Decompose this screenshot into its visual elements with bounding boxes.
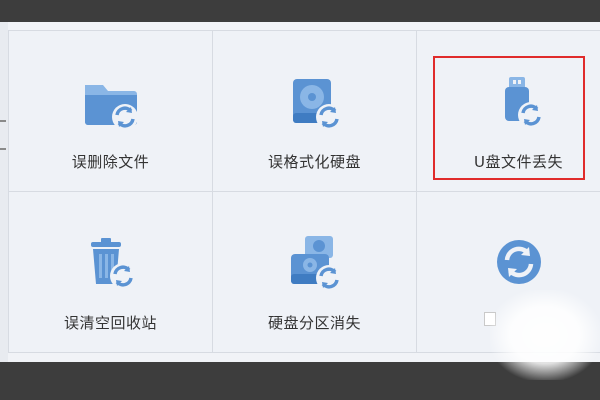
mode-label: U盘文件丢失	[474, 153, 563, 171]
mode-other-recovery[interactable]	[417, 192, 600, 353]
folder-restore-icon	[79, 71, 143, 135]
mode-lost-partition[interactable]: 硬盘分区消失	[213, 192, 417, 353]
mode-emptied-recycle-bin[interactable]: 误清空回收站	[9, 192, 213, 353]
refresh-circle-icon	[487, 232, 551, 296]
watermark-glyph	[484, 312, 496, 326]
mode-label: 误清空回收站	[63, 314, 157, 332]
mode-formatted-disk[interactable]: 误格式化硬盘	[213, 31, 417, 192]
mode-label: 硬盘分区消失	[267, 314, 361, 332]
recovery-mode-grid: 误删除文件 误格式化硬盘 U盘文件丢失 误清空回收站 硬盘分区消失	[8, 30, 600, 353]
left-edge-strip	[0, 22, 8, 362]
mode-usb-lost-files[interactable]: U盘文件丢失	[417, 31, 600, 192]
edge-mark	[0, 148, 6, 150]
recycle-bin-restore-icon	[79, 232, 143, 296]
screenshot-stage: 误删除文件 误格式化硬盘 U盘文件丢失 误清空回收站 硬盘分区消失	[0, 0, 600, 400]
disk-restore-icon	[283, 71, 347, 135]
mode-label: 误删除文件	[71, 153, 150, 171]
mode-label: 误格式化硬盘	[267, 153, 361, 171]
usb-drive-restore-icon	[487, 71, 551, 135]
recovery-mode-panel: 误删除文件 误格式化硬盘 U盘文件丢失 误清空回收站 硬盘分区消失	[0, 22, 600, 362]
mode-deleted-files[interactable]: 误删除文件	[9, 31, 213, 192]
partition-restore-icon	[283, 232, 347, 296]
edge-mark	[0, 120, 6, 122]
